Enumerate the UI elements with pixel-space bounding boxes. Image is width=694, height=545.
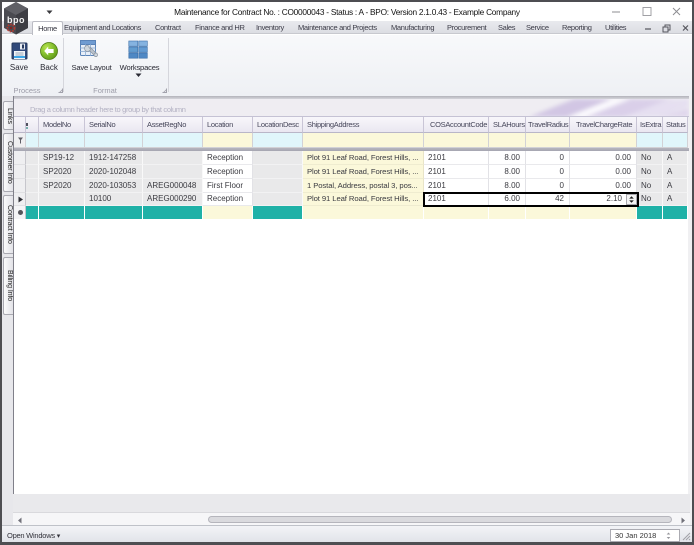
svg-text:bpo: bpo: [7, 15, 25, 25]
